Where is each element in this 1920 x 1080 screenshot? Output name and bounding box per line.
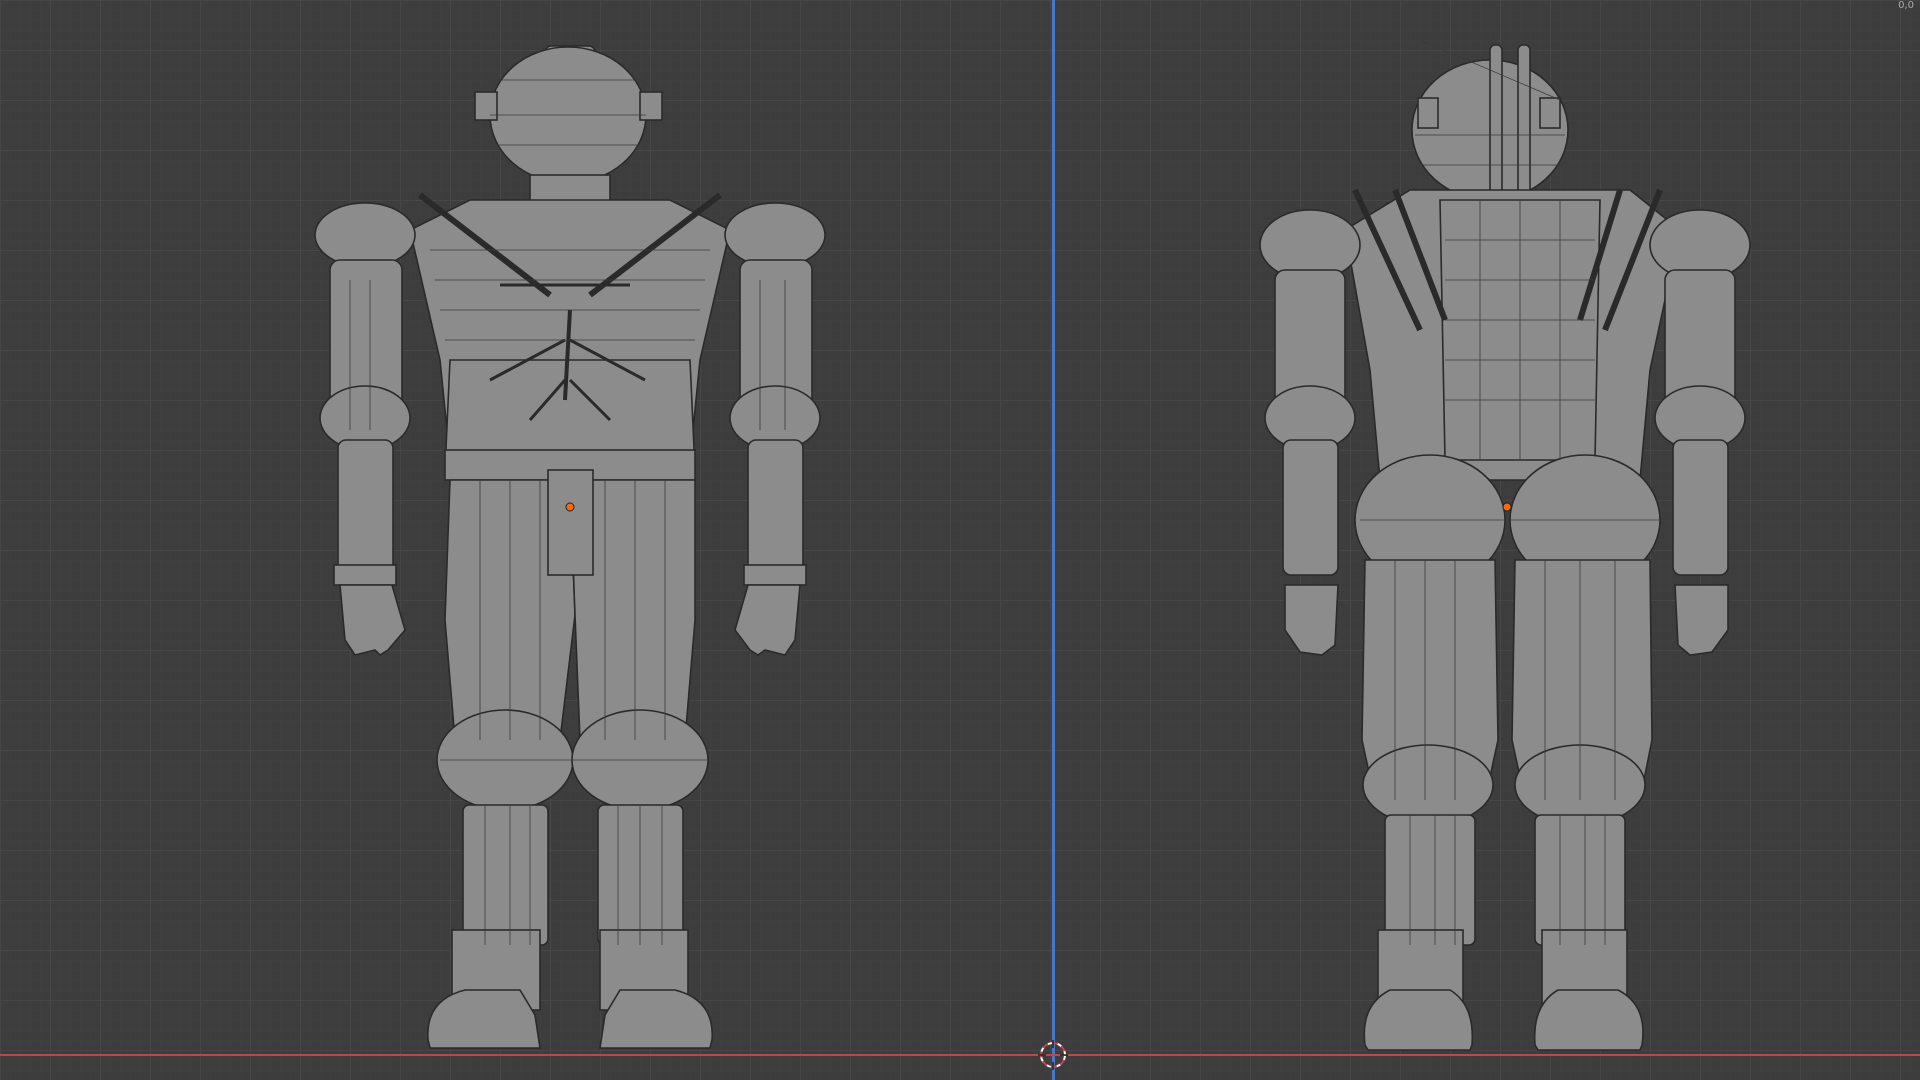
hand-right	[1674, 584, 1729, 656]
antenna-rod-right	[1517, 44, 1531, 196]
wrist-right	[743, 564, 807, 586]
wrist-left	[333, 564, 397, 586]
hand-right	[734, 584, 801, 656]
foot-right	[599, 989, 713, 1049]
antenna-rod-left	[1489, 44, 1503, 196]
forearm-left	[337, 439, 394, 576]
foot-left	[427, 989, 541, 1049]
crotch	[547, 469, 594, 576]
robot-back-view[interactable]	[1250, 40, 1770, 1060]
hand-left	[1284, 584, 1339, 656]
3d-cursor-icon[interactable]	[1036, 1038, 1070, 1072]
shin-left	[1384, 814, 1476, 946]
head-ear-left	[1417, 97, 1439, 129]
foot-right	[1533, 989, 1644, 1051]
forearm-right	[747, 439, 804, 576]
forearm-left	[1282, 439, 1339, 576]
shoulder-right	[724, 202, 826, 268]
knee-left	[1362, 744, 1494, 826]
foot-left	[1363, 989, 1474, 1051]
object-origin-icon[interactable]	[565, 502, 575, 512]
shin-left	[462, 804, 549, 946]
3d-viewport[interactable]: 0,0	[0, 0, 1920, 1080]
z-axis-line	[1052, 0, 1055, 1080]
robot-front-view[interactable]	[300, 40, 860, 1060]
shin-right	[597, 804, 684, 946]
forearm-right	[1672, 439, 1729, 576]
shin-right	[1534, 814, 1626, 946]
head-ear-left	[474, 91, 498, 121]
head-ear-right	[1539, 97, 1561, 129]
hand-left	[339, 584, 406, 657]
object-origin-icon[interactable]	[1502, 502, 1512, 512]
corner-readout: 0,0	[1898, 0, 1914, 11]
head-ear-right	[639, 91, 663, 121]
shoulder-left	[314, 202, 416, 268]
